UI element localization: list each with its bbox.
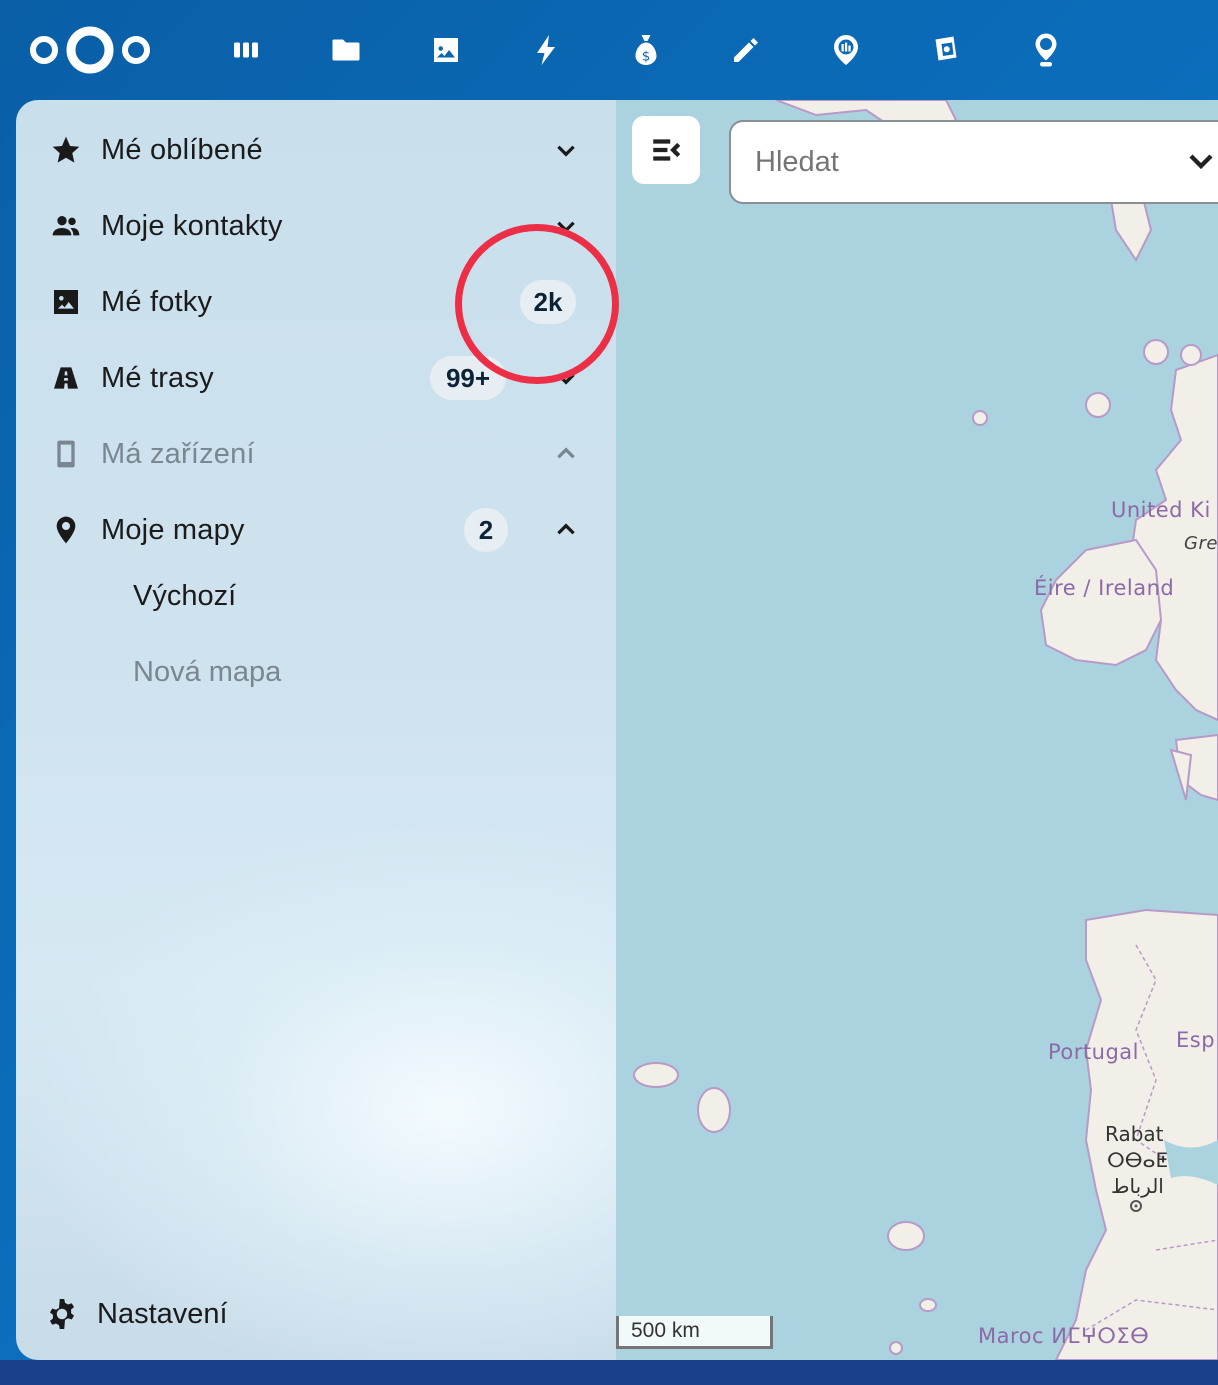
memories-icon[interactable] <box>924 26 968 74</box>
nav-item-favorites[interactable]: Mé oblíbené <box>16 112 616 188</box>
nextcloud-logo[interactable] <box>28 24 152 76</box>
chevron-up-icon[interactable] <box>546 510 586 550</box>
map-label-gb: Gre <box>1184 533 1218 554</box>
map-item-default[interactable]: Výchozí <box>133 580 236 613</box>
chevron-down-icon[interactable] <box>546 358 586 398</box>
map-label-rabat-arabic: الرباط <box>1111 1174 1164 1198</box>
menu-collapse-icon <box>653 139 681 161</box>
image-icon <box>48 284 84 320</box>
nav-item-contacts[interactable]: Moje kontakty <box>16 188 616 264</box>
chevron-down-icon[interactable] <box>546 206 586 246</box>
gear-icon <box>44 1296 80 1332</box>
nav-item-label: Má zařízení <box>101 437 255 470</box>
road-icon <box>48 360 84 396</box>
photos-icon[interactable] <box>424 26 468 74</box>
app-navigation: Mé oblíbené Moje kontakty Mé fotky 2k Mé… <box>16 100 616 1360</box>
nav-item-devices[interactable]: Má zařízení <box>16 416 616 492</box>
desktop-bottom-strip <box>0 1360 1218 1385</box>
map-label-ireland: Éire / Ireland <box>1034 576 1175 600</box>
phonetrack-icon[interactable] <box>824 26 868 74</box>
top-header: $ <box>0 0 1218 100</box>
nav-item-label: Moje kontakty <box>101 209 283 242</box>
contacts-icon <box>48 208 84 244</box>
maps-count-badge: 2 <box>464 508 508 552</box>
map-label-spain: Esp <box>1176 1028 1216 1052</box>
search-input[interactable] <box>729 120 1218 204</box>
map-label-rabat-tifinagh: ⵔⴱⴰⵟ <box>1107 1148 1168 1172</box>
nav-item-my-maps[interactable]: Moje mapy 2 <box>16 492 616 568</box>
nav-item-label: Mé oblíbené <box>101 133 263 166</box>
map-label-uk: United Ki <box>1111 498 1211 522</box>
sidebar-toggle-button[interactable] <box>632 116 700 184</box>
settings-label: Nastavení <box>97 1297 228 1330</box>
map-view[interactable]: United Ki Gre Éire / Ireland Portugal Es… <box>616 100 1218 1360</box>
nav-item-label: Moje mapy <box>101 513 245 546</box>
map-scale: 500 km <box>616 1316 773 1349</box>
settings-button[interactable]: Nastavení <box>16 1278 616 1350</box>
nav-item-label: Mé fotky <box>101 285 213 318</box>
maps-icon[interactable] <box>1024 26 1068 74</box>
map-label-rabat: Rabat <box>1105 1122 1164 1146</box>
tracks-count-badge: 99+ <box>430 356 506 400</box>
svg-text:$: $ <box>642 49 651 65</box>
chevron-up-icon[interactable] <box>546 434 586 474</box>
nav-item-tracks[interactable]: Mé trasy 99+ <box>16 340 616 416</box>
phone-icon <box>48 436 84 472</box>
activity-icon[interactable] <box>524 26 568 74</box>
nav-item-label: Mé trasy <box>101 361 214 394</box>
dashboard-icon[interactable] <box>224 26 268 74</box>
map-marker-icon <box>48 512 84 548</box>
photos-count-badge: 2k <box>520 280 576 324</box>
new-map-button[interactable]: Nová mapa <box>133 656 281 689</box>
chevron-down-icon[interactable] <box>546 130 586 170</box>
chevron-down-icon[interactable] <box>1186 146 1216 176</box>
cospend-icon[interactable]: $ <box>624 26 668 74</box>
map-label-portugal: Portugal <box>1048 1040 1139 1064</box>
files-icon[interactable] <box>324 26 368 74</box>
nav-item-photos[interactable]: Mé fotky 2k <box>16 264 616 340</box>
map-label-morocco: Maroc ⵍⵎⵖⵔⵉⴱ <box>978 1324 1150 1348</box>
notes-icon[interactable] <box>724 26 768 74</box>
star-icon <box>48 132 84 168</box>
